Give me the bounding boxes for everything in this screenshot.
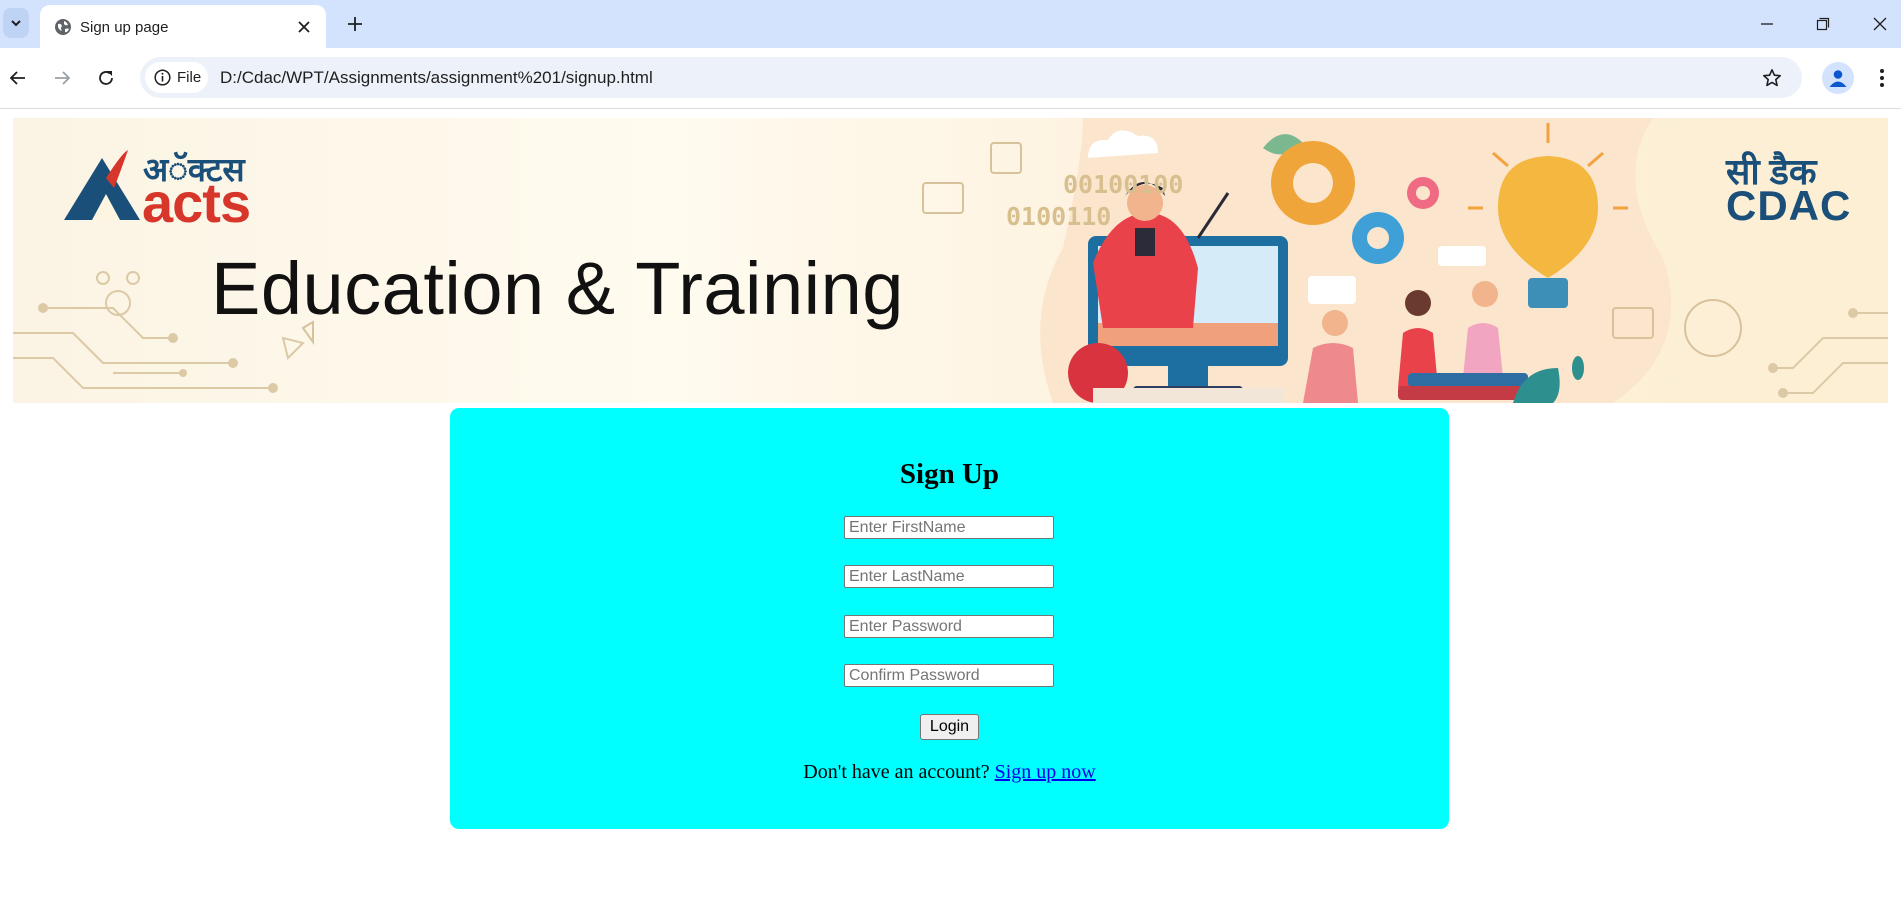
browser-menu-button[interactable] <box>1866 62 1898 94</box>
login-button[interactable]: Login <box>920 714 979 740</box>
window-close-icon <box>1873 17 1887 31</box>
signup-prompt: Don't have an account? Sign up now <box>450 761 1449 784</box>
kebab-menu-icon <box>1880 69 1884 87</box>
url-text[interactable]: D:/Cdac/WPT/Assignments/assignment%201/s… <box>220 68 653 88</box>
browser-tab[interactable]: Sign up page <box>40 5 326 48</box>
address-bar[interactable]: File D:/Cdac/WPT/Assignments/assignment%… <box>140 57 1802 98</box>
tab-strip: Sign up page <box>0 0 1901 48</box>
security-chip-label: File <box>177 69 202 86</box>
back-arrow-icon <box>9 71 25 85</box>
bookmark-button[interactable] <box>1760 66 1784 90</box>
minimize-button[interactable] <box>1753 10 1781 38</box>
acts-logo-text: acts <box>142 171 251 234</box>
close-tab-button[interactable] <box>294 17 314 37</box>
window-close-button[interactable] <box>1866 10 1894 38</box>
first-name-input[interactable] <box>844 516 1054 539</box>
signup-now-link[interactable]: Sign up now <box>995 761 1096 783</box>
tab-title: Sign up page <box>80 19 169 36</box>
banner-title: Education & Training <box>211 247 904 330</box>
info-icon <box>154 69 171 86</box>
education-training-banner: 00100100 0100110 अॅक्टस acts Education &… <box>13 118 1888 403</box>
reload-icon <box>99 71 113 85</box>
signup-form-card: Sign Up Login Don't have an account? Sig… <box>450 408 1449 829</box>
confirm-password-input[interactable] <box>844 664 1054 687</box>
form-heading: Sign Up <box>899 458 1000 490</box>
account-prompt-text: Don't have an account? <box>803 761 990 783</box>
forward-button[interactable] <box>46 62 78 94</box>
profile-button[interactable] <box>1822 62 1854 94</box>
profile-icon <box>1829 70 1847 87</box>
restore-button[interactable] <box>1809 10 1837 38</box>
cdac-logo-text: CDAC <box>1726 182 1852 229</box>
plus-icon <box>348 17 362 31</box>
chevron-down-icon <box>11 20 21 27</box>
new-tab-button[interactable] <box>343 12 367 36</box>
back-button[interactable] <box>2 62 34 94</box>
close-icon <box>298 21 310 33</box>
password-input[interactable] <box>844 615 1054 638</box>
last-name-input[interactable] <box>844 565 1054 588</box>
globe-icon <box>55 19 71 35</box>
site-info-chip[interactable]: File <box>145 62 208 93</box>
tab-search-button[interactable] <box>3 8 29 38</box>
reload-button[interactable] <box>90 62 122 94</box>
star-icon <box>1763 69 1781 87</box>
minimize-icon <box>1761 23 1773 25</box>
binary-text-1: 00100100 <box>1063 170 1184 199</box>
restore-icon <box>1816 17 1830 31</box>
forward-arrow-icon <box>55 71 71 85</box>
browser-toolbar: File D:/Cdac/WPT/Assignments/assignment%… <box>0 48 1901 109</box>
acts-logo-mark <box>64 150 140 220</box>
binary-text-2: 0100110 <box>1006 202 1112 231</box>
